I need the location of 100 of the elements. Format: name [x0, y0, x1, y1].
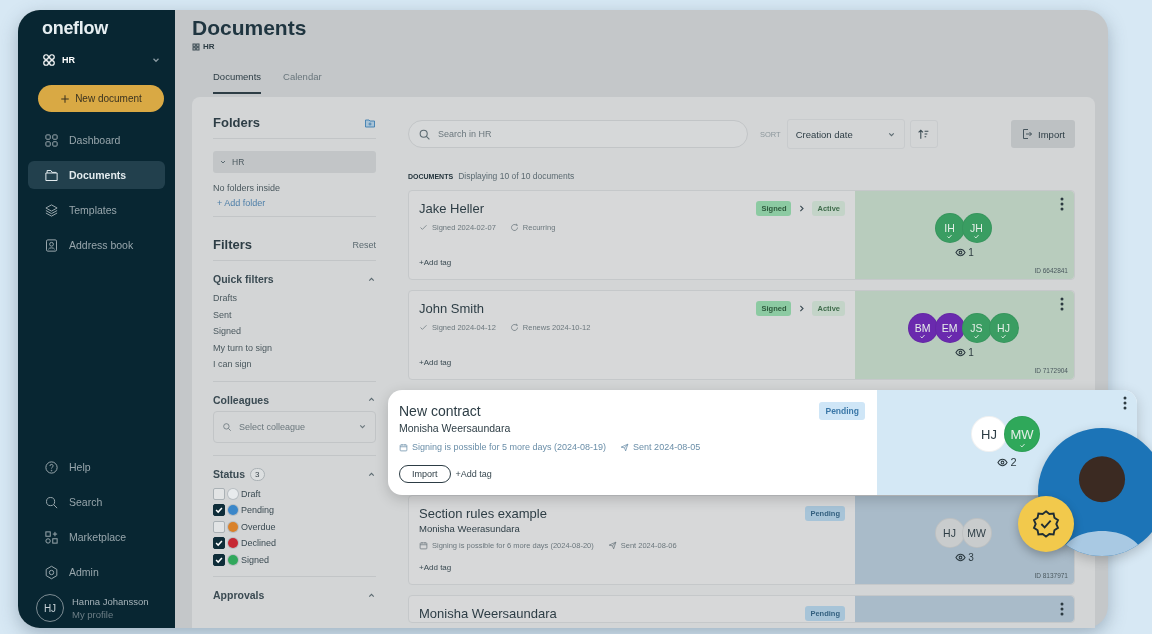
document-title[interactable]: Section rules example [419, 506, 547, 521]
checkbox[interactable] [213, 520, 225, 533]
add-folder-icon[interactable] [364, 116, 376, 129]
filter-section-heading: Colleagues [213, 393, 270, 406]
collapse-chevron-icon[interactable] [367, 590, 376, 600]
filter-section-heading: Quick filters [213, 273, 274, 285]
status-label: Signed [241, 554, 270, 565]
quick-filter-link[interactable]: I can sign [213, 356, 376, 373]
view-count: 2 [1010, 456, 1017, 468]
more-options-icon[interactable] [1060, 602, 1064, 616]
participant-avatar[interactable]: HJ [934, 518, 965, 548]
add-tag-link[interactable]: +Add tag [419, 258, 452, 267]
filter-section-heading: Status [213, 468, 246, 480]
document-owner: Monisha Weersaundara [399, 422, 512, 434]
import-button[interactable]: Import [1011, 120, 1075, 148]
logo: oneflow [41, 18, 110, 39]
view-count: 3 [968, 552, 974, 563]
add-tag-link[interactable]: +Add tag [455, 469, 492, 479]
eye-icon [955, 552, 967, 563]
checkbox[interactable] [213, 487, 225, 500]
chevron-right-icon [797, 304, 807, 313]
sort-select[interactable]: Creation date [786, 119, 905, 149]
filter-section-heading: Approvals [213, 589, 265, 601]
participant-avatar[interactable]: MW [961, 518, 992, 548]
search-icon [418, 128, 431, 141]
status-badge: Pending [819, 402, 865, 420]
nav-item[interactable]: Templates [28, 196, 165, 224]
add-tag-link[interactable]: +Add tag [419, 358, 452, 367]
more-options-icon[interactable] [1123, 396, 1127, 410]
participant-avatar[interactable]: HJ [971, 416, 1007, 452]
chevron-icon [219, 158, 227, 166]
workspace-icon [42, 53, 56, 67]
nav-item[interactable]: Documents [28, 161, 165, 189]
add-tag-link[interactable]: +Add tag [419, 563, 452, 572]
meta-text: Signing is possible for 5 more days (2024-08-19) [412, 442, 607, 452]
eye-icon [955, 347, 967, 358]
view-count: 1 [968, 247, 974, 258]
nav-item[interactable]: Dashboard [28, 126, 165, 154]
apps-icon [44, 529, 59, 545]
plus-icon [60, 93, 71, 104]
status-label: Pending [241, 505, 275, 516]
participant-avatar[interactable]: BM [907, 313, 938, 343]
nav-item[interactable]: Admin [28, 558, 165, 586]
workspace-icon [192, 42, 200, 51]
view-count: 1 [968, 347, 974, 358]
layers-icon [44, 202, 59, 218]
reset-link[interactable]: Reset [352, 239, 376, 250]
count-badge: 3 [250, 467, 265, 481]
eye-icon [955, 247, 967, 258]
nav-item[interactable]: Help [28, 453, 165, 481]
more-options-icon[interactable] [1060, 297, 1064, 311]
profile-name: Hanna Johansson [72, 596, 149, 607]
collapse-chevron-icon[interactable] [367, 395, 376, 404]
new-document-button[interactable]: New document [38, 85, 164, 112]
document-card[interactable]: New contract Pending Monisha Weersaundara Signing is possible for 5 more days (2024-08-19) Sent 2024-08-05 Import +Add tag HJ MW 2 [388, 390, 1137, 495]
collapse-chevron-icon[interactable] [367, 469, 376, 479]
document-title[interactable]: Monisha Weersaundara [419, 606, 557, 621]
nav-item[interactable]: Marketplace [28, 523, 165, 551]
quick-filter-link[interactable]: Drafts [213, 290, 376, 307]
search-icon [44, 494, 59, 510]
document-title[interactable]: John Smith [419, 301, 485, 316]
eye-icon [997, 456, 1009, 468]
folder-icon [44, 167, 59, 183]
checkbox[interactable] [213, 504, 225, 517]
document-title[interactable]: New contract [399, 403, 481, 419]
page-title: Documents [192, 16, 308, 40]
chevron-down-icon [358, 422, 367, 431]
status-label: Draft [241, 488, 261, 499]
document-count: Displaying 10 of 10 documents [458, 171, 575, 181]
sort-icon [917, 127, 931, 141]
quick-filter-link[interactable]: Signed [213, 323, 376, 340]
status-label: Declined [241, 538, 277, 549]
chevron-right-icon [797, 204, 807, 213]
document-title[interactable]: Jake Heller [419, 201, 485, 216]
import-icon [1021, 128, 1034, 140]
checkbox[interactable] [213, 553, 225, 566]
filters-heading: Filters [213, 237, 252, 252]
my-profile-link[interactable]: My profile [72, 609, 149, 620]
folder-item[interactable]: HR [213, 151, 376, 173]
workspace-name[interactable]: HR [62, 55, 145, 65]
breadcrumb[interactable]: HR [203, 42, 215, 51]
checkbox[interactable] [213, 537, 225, 550]
nav-item[interactable]: Search [28, 488, 165, 516]
search-field[interactable]: Search in HR [408, 120, 748, 148]
empty-folder-text: No folders inside [213, 183, 282, 193]
participant-avatar[interactable]: EM [934, 313, 965, 343]
import-tag-button[interactable]: Import [399, 465, 451, 483]
tab[interactable]: Documents [213, 71, 262, 94]
grid-icon [44, 132, 59, 148]
meta-text: Sent 2024-08-05 [633, 442, 701, 452]
more-options-icon[interactable] [1060, 197, 1064, 211]
folders-heading: Folders [213, 115, 260, 130]
search-icon [222, 421, 232, 432]
status-label: Overdue [241, 521, 276, 532]
collapse-chevron-icon[interactable] [367, 274, 376, 284]
contact-card-icon [44, 237, 59, 253]
quick-filter-link[interactable]: My turn to sign [213, 339, 376, 356]
settings-icon [44, 564, 59, 580]
nav-item[interactable]: Address book [28, 231, 165, 259]
quick-filter-link[interactable]: Sent [213, 306, 376, 323]
